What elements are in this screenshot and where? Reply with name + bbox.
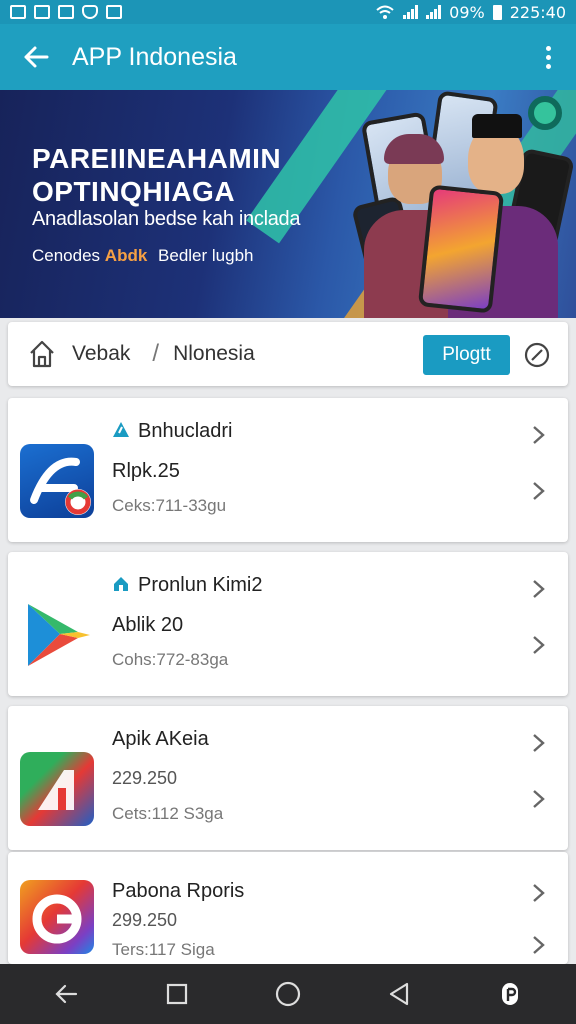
banner-headline: PAREIINEAHAMIN OPTINQHIAGA xyxy=(32,143,282,207)
arrow-left-icon xyxy=(55,984,77,1004)
battery-percent: 09% xyxy=(449,2,485,22)
shield-icon xyxy=(82,5,98,19)
nav-assistant-button[interactable] xyxy=(486,970,534,1018)
list-item[interactable]: Pabona Rporis 299.250 Ters:117 Siga xyxy=(8,852,568,964)
app-version: Rlpk.25 xyxy=(112,460,180,482)
notification-icon xyxy=(10,5,26,19)
app-meta: Ters:117 Siga xyxy=(112,940,215,959)
system-nav-bar xyxy=(0,964,576,1024)
list-item[interactable]: Bnhucladri Rlpk.25 Ceks:711-33gu xyxy=(8,398,568,542)
chevron-right-icon[interactable] xyxy=(528,732,548,754)
photo-icon xyxy=(58,5,74,19)
overflow-menu-button[interactable] xyxy=(520,24,576,90)
nav-recents-button[interactable] xyxy=(153,970,201,1018)
app-title: Pronlun Kimi2 xyxy=(112,574,263,597)
logo-icon xyxy=(528,96,562,130)
promo-banner[interactable]: PAREIINEAHAMIN OPTINQHIAGA Anadlasolan b… xyxy=(0,90,576,318)
peci-hat xyxy=(472,114,522,138)
nav-triangle-back-button[interactable] xyxy=(375,970,423,1018)
app-version: 299.250 xyxy=(112,910,178,930)
breadcrumb-home[interactable]: Vebak xyxy=(72,342,130,366)
app-icon xyxy=(20,880,94,954)
banner-tagline: Cenodes Abdk Bedler lugbh xyxy=(32,246,254,265)
chevron-right-icon[interactable] xyxy=(528,634,548,656)
verified-badge-icon xyxy=(113,422,129,437)
cast-icon xyxy=(106,5,122,19)
wifi-icon xyxy=(376,5,394,19)
signal-icon xyxy=(403,5,419,19)
chevron-right-icon[interactable] xyxy=(528,578,548,600)
nav-home-button[interactable] xyxy=(264,970,312,1018)
home-badge-icon xyxy=(114,577,128,591)
app-title: Bnhucladri xyxy=(112,420,233,443)
chevron-right-icon[interactable] xyxy=(528,424,548,446)
square-icon xyxy=(166,983,187,1005)
banner-subtitle: Anadlasolan bedse kah inclada xyxy=(32,208,301,230)
clear-icon[interactable] xyxy=(524,342,550,368)
app-version: 229.250 xyxy=(112,768,178,788)
chevron-right-icon[interactable] xyxy=(528,882,548,904)
app-icon xyxy=(20,444,94,518)
chevron-right-icon[interactable] xyxy=(528,480,548,502)
status-bar: 09% 225:40 xyxy=(0,0,576,24)
app-version: Ablik 20 xyxy=(112,614,184,636)
app-icon xyxy=(20,752,94,826)
chevron-right-icon[interactable] xyxy=(528,934,548,956)
phone-image xyxy=(417,184,505,314)
assistant-icon xyxy=(502,983,519,1005)
battery-icon xyxy=(492,4,502,20)
app-meta: Ceks:711-33gu xyxy=(112,496,227,515)
list-item[interactable]: Pronlun Kimi2 Ablik 20 Cohs:772-83ga xyxy=(8,552,568,696)
breadcrumb: Vebak / Nlonesia Plogtt xyxy=(8,322,568,386)
circle-icon xyxy=(275,981,301,1007)
app-title: Pabona Rporis xyxy=(112,880,245,902)
image-icon xyxy=(34,5,50,19)
breadcrumb-separator: / xyxy=(152,340,160,367)
breadcrumb-current: Nlonesia xyxy=(173,342,255,365)
arrow-left-icon xyxy=(24,46,49,68)
nav-back-button[interactable] xyxy=(42,970,90,1018)
app-bar: APP Indonesia xyxy=(0,24,576,90)
chevron-right-icon[interactable] xyxy=(528,788,548,810)
triangle-back-icon xyxy=(390,982,409,1006)
clock: 225:40 xyxy=(509,2,566,22)
app-meta: Cohs:772-83ga xyxy=(112,650,229,669)
back-button[interactable] xyxy=(0,24,72,90)
page-title: APP Indonesia xyxy=(72,42,237,71)
app-title: Apik AKeia xyxy=(112,728,209,750)
app-meta: Cets:112 S3ga xyxy=(112,804,224,823)
play-store-icon xyxy=(20,598,94,672)
primary-action-button[interactable]: Plogtt xyxy=(423,335,510,375)
list-item[interactable]: Apik AKeia 229.250 Cets:112 S3ga xyxy=(8,706,568,850)
signal-icon-2 xyxy=(426,5,442,19)
home-icon[interactable] xyxy=(28,339,56,369)
